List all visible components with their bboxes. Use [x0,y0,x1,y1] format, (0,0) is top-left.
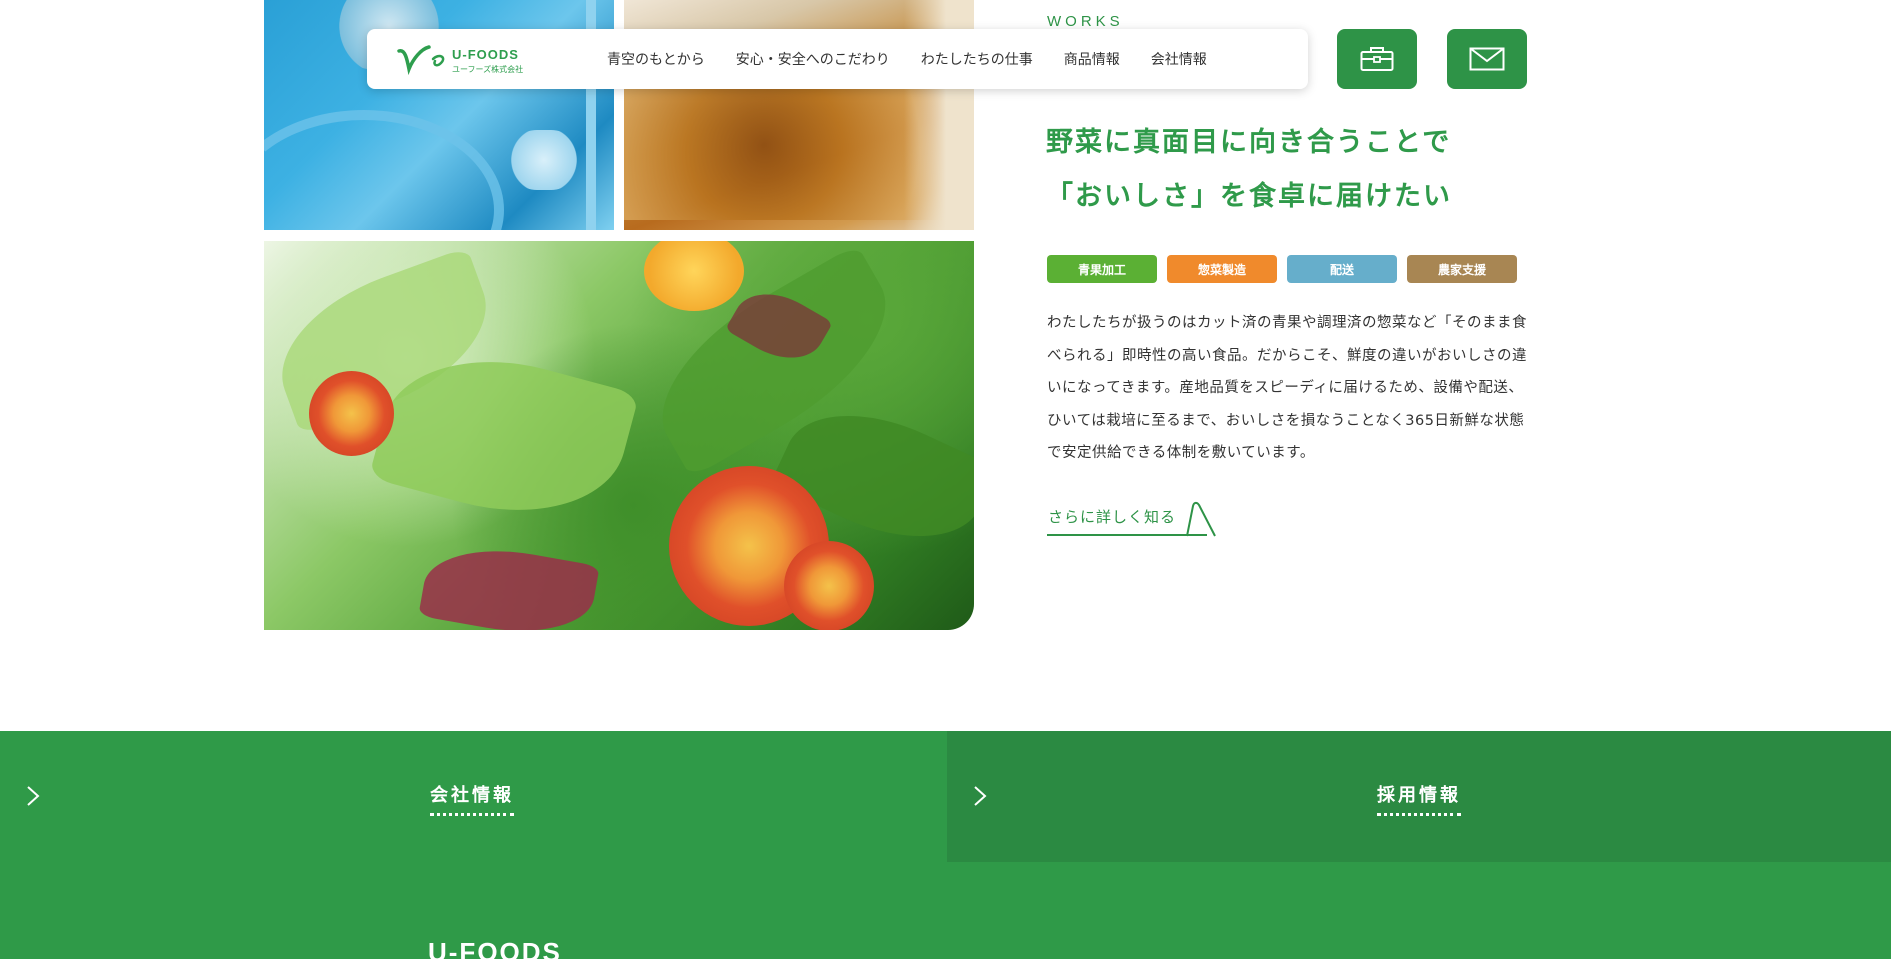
logo-mark-icon [397,45,445,76]
recruit-info-band[interactable]: 採用情報 [947,731,1891,862]
tag-farmer-support: 農家支援 [1407,255,1517,283]
recruit-button[interactable] [1337,29,1417,89]
briefcase-icon [1360,47,1394,71]
category-tags: 青果加工 惣菜製造 配送 農家支援 [1047,255,1517,283]
tag-produce-processing: 青果加工 [1047,255,1157,283]
nav-item-works[interactable]: わたしたちの仕事 [921,49,1033,69]
section-label: WORKS [1047,13,1124,30]
logo-name: U-FOODS [452,47,519,62]
learn-more-link[interactable]: さらに詳しく知る [1047,500,1217,538]
nav-item-safety[interactable]: 安心・安全へのこだわり [736,49,890,69]
heading-line-1: 野菜に真面目に向き合うことで [1046,127,1452,158]
tag-delivery: 配送 [1287,255,1397,283]
recruit-info-label: 採用情報 [1377,781,1461,816]
tag-deli-production: 惣菜製造 [1167,255,1277,283]
salad-photo [264,241,974,630]
main-nav: 青空のもとから 安心・安全へのこだわり わたしたちの仕事 商品情報 会社情報 [607,29,1207,89]
nav-item-origin[interactable]: 青空のもとから [607,49,705,69]
heading-line-2: 「おいしさ」を食卓に届けたい [1046,181,1452,212]
logo-subtitle: ユーフーズ株式会社 [452,65,524,74]
site-footer: U-FOODS [0,862,1891,959]
section-heading: 野菜に真面目に向き合うことで 「おいしさ」を食卓に届けたい [1046,116,1452,224]
section-description: わたしたちが扱うのはカット済の青果や調理済の惣菜など「そのまま食べられる」即時性… [1047,315,1527,461]
learn-more-label: さらに詳しく知る [1048,508,1177,526]
site-header: U-FOODS ユーフーズ株式会社 青空のもとから 安心・安全へのこだわり わた… [367,29,1308,89]
learn-more-underline [1047,534,1207,536]
company-info-label: 会社情報 [430,781,514,816]
chevron-right-icon [27,786,40,806]
chevron-right-icon [974,786,987,806]
footer-logo[interactable]: U-FOODS [428,937,562,959]
nav-item-products[interactable]: 商品情報 [1064,49,1120,69]
logo[interactable]: U-FOODS ユーフーズ株式会社 [395,39,535,79]
mail-icon [1469,47,1505,71]
nav-item-company[interactable]: 会社情報 [1151,49,1207,69]
company-info-band[interactable]: 会社情報 [0,731,947,862]
arrow-icon [1186,501,1216,537]
contact-button[interactable] [1447,29,1527,89]
